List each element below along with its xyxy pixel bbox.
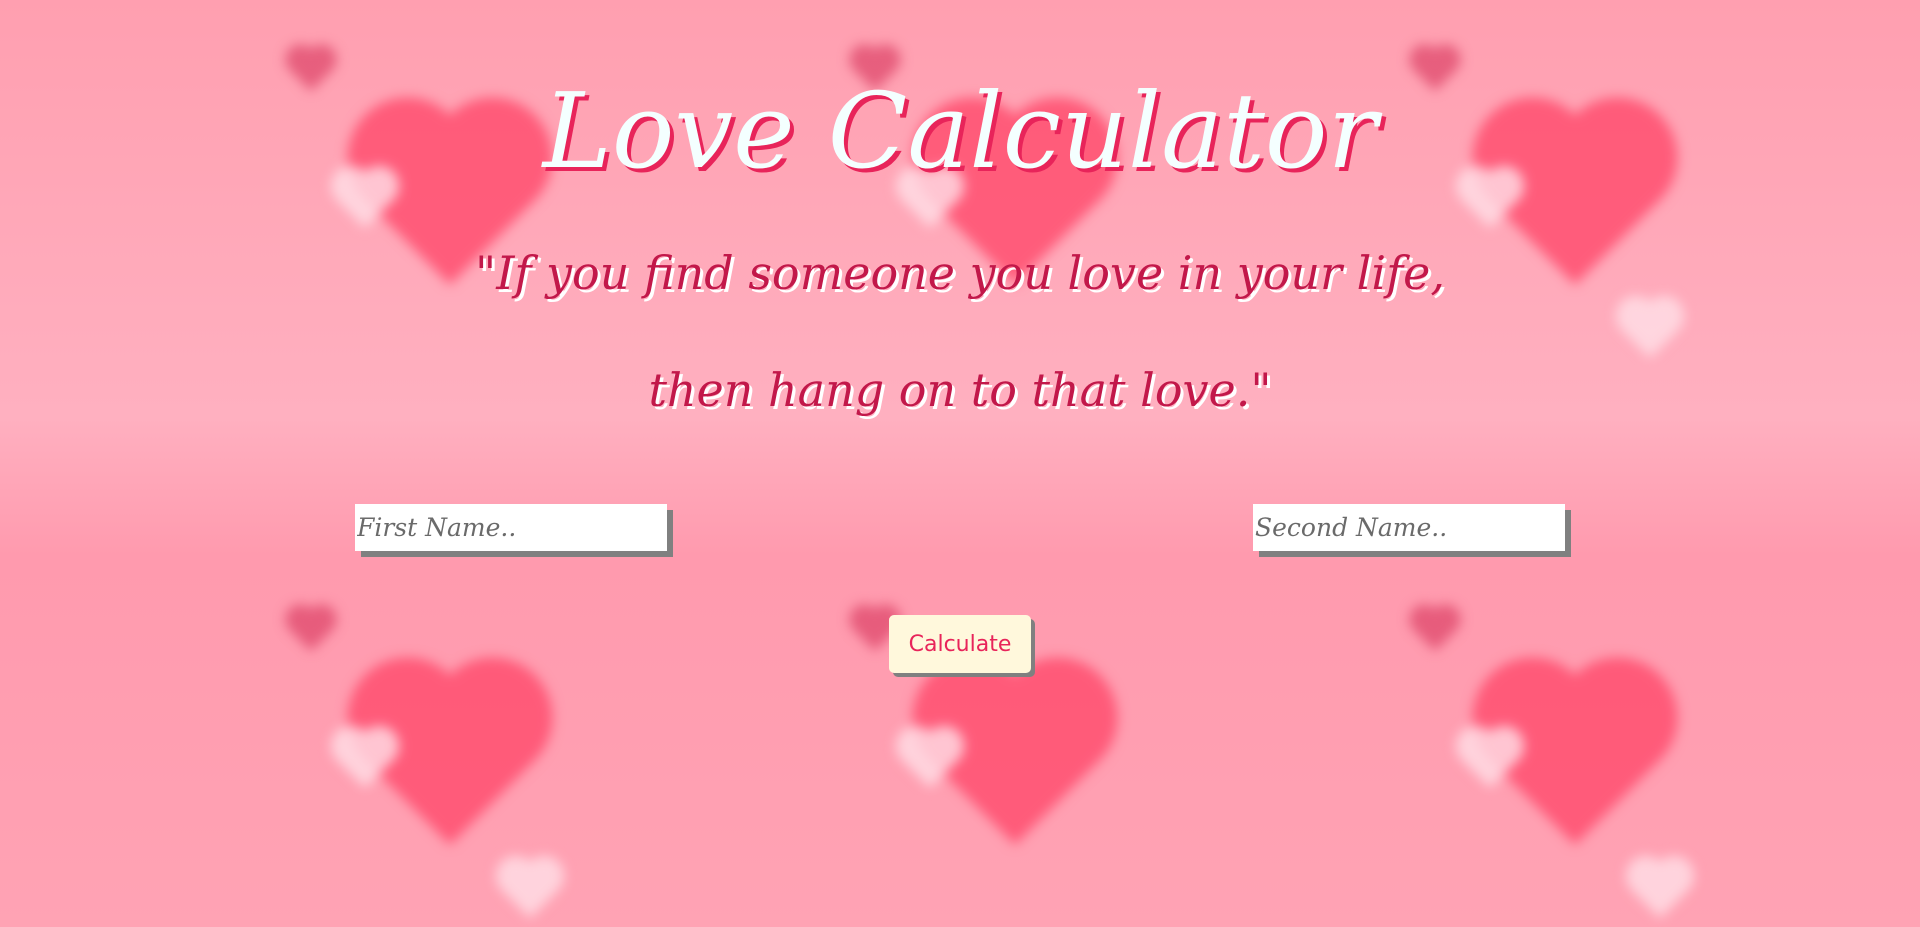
first-name-input[interactable] (355, 504, 667, 551)
heart-icon (1621, 301, 1679, 359)
love-quote: "If you find someone you love in your li… (475, 246, 1445, 417)
heart-icon (501, 861, 559, 919)
heart-icon (1631, 861, 1689, 919)
second-name-input[interactable] (1253, 504, 1565, 551)
calculate-button[interactable]: Calculate (889, 615, 1031, 673)
page-title: Love Calculator (542, 70, 1378, 192)
heart-icon (289, 608, 333, 652)
heart-icon (1413, 608, 1457, 652)
